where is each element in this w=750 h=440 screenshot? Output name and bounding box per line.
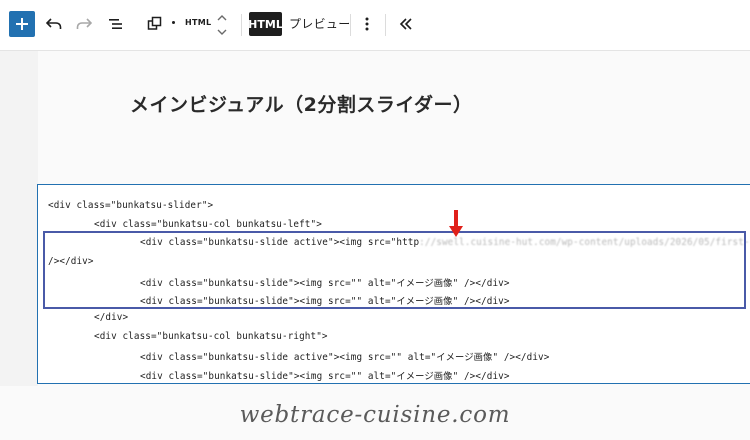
code-line: <div class="bunkatsu-slider"> xyxy=(48,200,214,211)
redo-button[interactable] xyxy=(74,14,94,34)
code-line: <div class="bunkatsu-col bunkatsu-right"… xyxy=(94,331,328,342)
chevron-up-down-icon xyxy=(217,15,227,35)
code-line: <div class="bunkatsu-slide"><img src="" … xyxy=(140,296,510,307)
code-line: <div class="bunkatsu-slide active"><img … xyxy=(140,352,550,363)
add-block-button[interactable] xyxy=(9,11,35,37)
code-line: <div class="bunkatsu-slide active"><img … xyxy=(140,237,750,248)
code-line: <div class="bunkatsu-col bunkatsu-left"> xyxy=(94,219,322,230)
block-type-button[interactable] xyxy=(145,14,165,34)
html-tab-button[interactable]: HTML xyxy=(248,12,283,36)
separator-dot xyxy=(172,21,175,24)
chevrons-left-icon xyxy=(399,18,412,30)
html-code-editor[interactable]: <div class="bunkatsu-slider"> <div class… xyxy=(37,184,750,384)
code-line: </div> xyxy=(94,312,129,323)
toolbar-divider xyxy=(385,14,386,36)
undo-button[interactable] xyxy=(44,14,64,34)
red-arrow-annotation xyxy=(449,210,463,237)
code-line: /></div> xyxy=(48,256,94,267)
canvas-gutter xyxy=(0,51,38,386)
plus-icon xyxy=(16,18,28,30)
code-line: <div class="bunkatsu-slide"><img src="" … xyxy=(140,371,510,382)
toolbar-divider xyxy=(350,14,351,36)
toolbar-divider xyxy=(241,14,242,36)
options-button[interactable] xyxy=(359,14,375,34)
site-watermark: webtrace-cuisine.com xyxy=(239,402,511,428)
more-vertical-icon xyxy=(365,17,369,31)
list-view-icon xyxy=(109,19,122,29)
redo-icon xyxy=(76,18,92,29)
collapse-toolbar-button[interactable] xyxy=(396,14,416,34)
duplicate-icon xyxy=(147,16,162,30)
undo-icon xyxy=(46,18,62,29)
code-line: <div class="bunkatsu-slide"><img src="" … xyxy=(140,278,510,289)
editor-toolbar: HTML HTML プレビュー xyxy=(0,0,750,51)
code-line-text: <div class="bunkatsu-slide active"><img … xyxy=(140,237,420,248)
preview-tab-button[interactable]: プレビュー xyxy=(289,15,351,32)
block-type-label: HTML xyxy=(185,18,212,27)
page-heading[interactable]: メインビジュアル（2分割スライダー） xyxy=(130,90,473,117)
blurred-image-url: ://swell.cuisine-hut.com/wp-content/uplo… xyxy=(419,237,750,248)
move-block-buttons[interactable] xyxy=(214,11,230,39)
list-view-button[interactable] xyxy=(106,14,126,34)
